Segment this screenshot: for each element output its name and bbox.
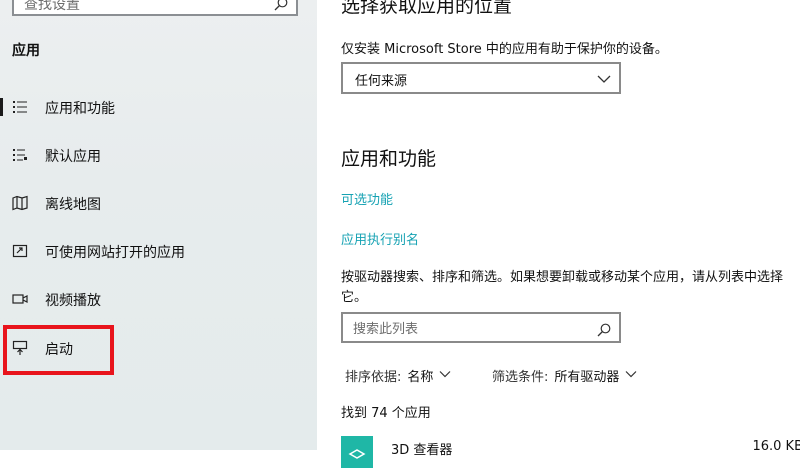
sidebar-item-apps-for-websites[interactable]: 可使用网站打开的应用 bbox=[0, 231, 317, 271]
app-source-value: 任何来源 bbox=[355, 74, 408, 89]
sidebar-item-label: 离线地图 bbox=[45, 197, 101, 213]
search-description: 按驱动器搜索、排序和筛选。如果想要卸载或移动某个应用，请从列表中选择它。 bbox=[341, 270, 784, 305]
app-source-dropdown[interactable]: 任何来源 bbox=[341, 62, 621, 94]
main-content: 选择获取应用的位置 仅安装 Microsoft Store 中的应用有助于保护你… bbox=[317, 0, 800, 468]
sidebar-item-label: 默认应用 bbox=[45, 149, 101, 165]
section-title: 应用 bbox=[12, 43, 40, 59]
3d-viewer-icon bbox=[341, 436, 373, 468]
sidebar-item-apps-features[interactable]: 应用和功能 bbox=[0, 87, 317, 127]
settings-search-placeholder: 查找设置 bbox=[24, 0, 80, 13]
offline-maps-icon bbox=[12, 195, 28, 211]
app-count: 找到 74 个应用 bbox=[341, 406, 431, 421]
apps-features-icon bbox=[12, 99, 28, 115]
filter-value: 所有驱动器 bbox=[554, 370, 620, 385]
video-playback-icon bbox=[12, 291, 28, 307]
startup-icon bbox=[12, 340, 28, 356]
app-list-search-box[interactable] bbox=[341, 312, 621, 343]
default-apps-icon bbox=[12, 147, 28, 163]
chevron-down-icon bbox=[625, 368, 637, 384]
page-title: 选择获取应用的位置 bbox=[341, 0, 513, 17]
app-execution-aliases-link[interactable]: 应用执行别名 bbox=[341, 229, 419, 248]
apps-features-heading: 应用和功能 bbox=[341, 148, 437, 170]
source-description: 仅安装 Microsoft Store 中的应用有助于保护你的设备。 bbox=[341, 42, 668, 57]
list-item[interactable]: 3D 查看器 16.0 KB bbox=[341, 436, 800, 476]
filter-label: 筛选条件: bbox=[492, 370, 549, 385]
filter-dropdown[interactable]: 筛选条件: 所有驱动器 bbox=[492, 366, 637, 385]
sidebar-item-label: 应用和功能 bbox=[45, 101, 115, 117]
apps-for-websites-icon bbox=[12, 243, 28, 259]
sidebar-item-video-playback[interactable]: 视频播放 bbox=[0, 279, 317, 319]
sort-label: 排序依据: bbox=[345, 370, 402, 385]
app-name: 3D 查看器 bbox=[391, 443, 453, 458]
search-icon[interactable] bbox=[274, 0, 288, 15]
sidebar-item-startup[interactable]: 启动 bbox=[0, 328, 317, 368]
app-size: 16.0 KB bbox=[752, 439, 800, 454]
sidebar-item-offline-maps[interactable]: 离线地图 bbox=[0, 183, 317, 223]
chevron-down-icon bbox=[439, 368, 451, 384]
sort-value: 名称 bbox=[407, 370, 434, 385]
sidebar-item-label: 启动 bbox=[45, 342, 73, 358]
optional-features-link[interactable]: 可选功能 bbox=[341, 189, 393, 208]
sidebar: 查找设置 应用 应用和功能 默认应用 离线地图 可使用网站打开的应用 视频播放 … bbox=[0, 0, 317, 450]
app-list-search-input[interactable] bbox=[351, 319, 595, 339]
chevron-down-icon bbox=[597, 71, 611, 90]
settings-search-box[interactable]: 查找设置 bbox=[12, 0, 298, 16]
selection-indicator bbox=[0, 98, 3, 116]
sidebar-item-label: 视频播放 bbox=[45, 293, 101, 309]
sidebar-item-default-apps[interactable]: 默认应用 bbox=[0, 135, 317, 175]
sidebar-item-label: 可使用网站打开的应用 bbox=[45, 245, 185, 261]
search-icon[interactable] bbox=[597, 322, 611, 341]
sort-dropdown[interactable]: 排序依据: 名称 bbox=[345, 366, 451, 385]
